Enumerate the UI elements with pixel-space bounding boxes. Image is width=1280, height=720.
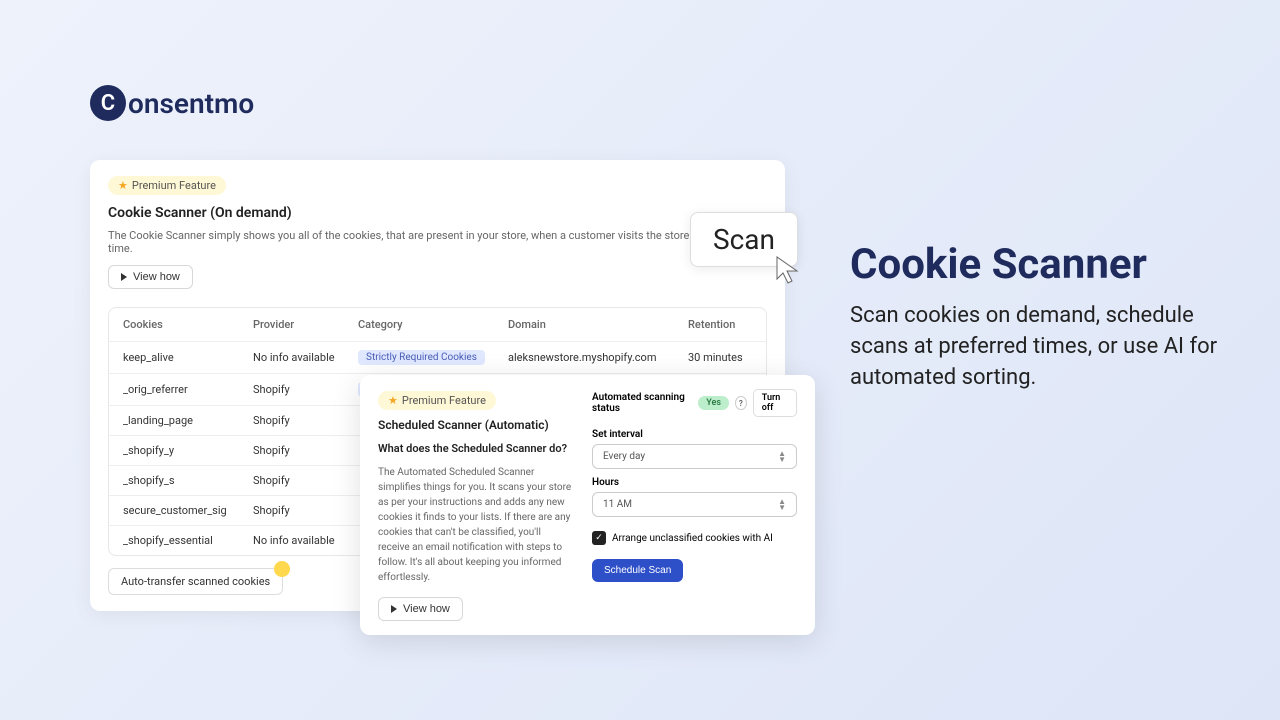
status-badge: Yes [698, 396, 729, 410]
hours-label: Hours [592, 477, 797, 488]
hours-select[interactable]: 11 AM ▲▼ [592, 492, 797, 517]
cell-name: keep_alive [123, 351, 253, 364]
premium-label: Premium Feature [402, 394, 486, 407]
category-badge: Strictly Required Cookies [358, 350, 485, 365]
auto-transfer-label: Auto-transfer scanned cookies [121, 575, 270, 588]
updown-icon: ▲▼ [778, 451, 786, 462]
view-how-button[interactable]: View how [108, 265, 193, 289]
status-label: Automated scanning status [592, 392, 692, 414]
ai-checkbox-row[interactable]: ✓ Arrange unclassified cookies with AI [592, 531, 797, 545]
cell-name: _shopify_s [123, 474, 253, 487]
sub-panel-title: Scheduled Scanner (Automatic) [378, 418, 572, 432]
panel-title: Cookie Scanner (On demand) [108, 205, 767, 221]
star-icon [274, 561, 290, 577]
scan-label: Scan [713, 223, 775, 256]
marketing-desc: Scan cookies on demand, schedule scans a… [850, 301, 1225, 393]
interval-label: Set interval [592, 429, 797, 440]
premium-badge: ★ Premium Feature [108, 176, 226, 195]
scanning-status: Automated scanning status Yes ? Turn off [592, 389, 797, 417]
cell-retention: 30 minutes [688, 351, 752, 364]
cell-provider: Shopify [253, 383, 358, 396]
cell-name: secure_customer_sig [123, 504, 253, 517]
auto-transfer-button[interactable]: Auto-transfer scanned cookies [108, 568, 283, 595]
col-provider: Provider [253, 318, 358, 331]
cell-provider: No info available [253, 534, 358, 547]
ai-label: Arrange unclassified cookies with AI [612, 533, 773, 544]
cell-provider: Shopify [253, 504, 358, 517]
cell-name: _orig_referrer [123, 383, 253, 396]
cell-provider: Shopify [253, 444, 358, 457]
col-retention: Retention [688, 318, 752, 331]
col-category: Category [358, 318, 508, 331]
help-icon[interactable]: ? [735, 396, 747, 410]
interval-value: Every day [603, 451, 645, 462]
hours-value: 11 AM [603, 499, 632, 510]
cell-name: _shopify_essential [123, 534, 253, 547]
table-row[interactable]: keep_alive No info available Strictly Re… [109, 342, 766, 374]
brand-text: onsentmo [128, 87, 254, 120]
cell-name: _landing_page [123, 414, 253, 427]
view-how-label: View how [403, 603, 450, 615]
logo-icon: C [90, 85, 126, 121]
brand-logo: C onsentmo [90, 85, 254, 121]
marketing-section: Cookie Scanner Scan cookies on demand, s… [850, 240, 1225, 393]
cell-provider: No info available [253, 351, 358, 364]
cell-provider: Shopify [253, 474, 358, 487]
play-icon [391, 605, 397, 613]
premium-badge: ★ Premium Feature [378, 391, 496, 410]
star-icon: ★ [118, 179, 128, 192]
cell-name: _shopify_y [123, 444, 253, 457]
table-header: Cookies Provider Category Domain Retenti… [109, 308, 766, 342]
interval-select[interactable]: Every day ▲▼ [592, 444, 797, 469]
view-how-button[interactable]: View how [378, 597, 463, 621]
view-how-label: View how [133, 271, 180, 283]
col-domain: Domain [508, 318, 688, 331]
sub-panel-desc: The Automated Scheduled Scanner simplifi… [378, 465, 572, 585]
cursor-icon [775, 255, 801, 285]
cell-provider: Shopify [253, 414, 358, 427]
col-cookies: Cookies [123, 318, 253, 331]
play-icon [121, 273, 127, 281]
cell-domain: aleksnewstore.myshopify.com [508, 351, 688, 364]
sub-panel-question: What does the Scheduled Scanner do? [378, 442, 572, 455]
premium-label: Premium Feature [132, 179, 216, 192]
updown-icon: ▲▼ [778, 499, 786, 510]
panel-desc: The Cookie Scanner simply shows you all … [108, 229, 767, 255]
schedule-scan-button[interactable]: Schedule Scan [592, 559, 683, 582]
marketing-title: Cookie Scanner [850, 240, 1225, 289]
turn-off-button[interactable]: Turn off [753, 389, 797, 417]
scheduled-scanner-panel: ★ Premium Feature Scheduled Scanner (Aut… [360, 375, 815, 635]
star-icon: ★ [388, 394, 398, 407]
checkbox-icon: ✓ [592, 531, 606, 545]
